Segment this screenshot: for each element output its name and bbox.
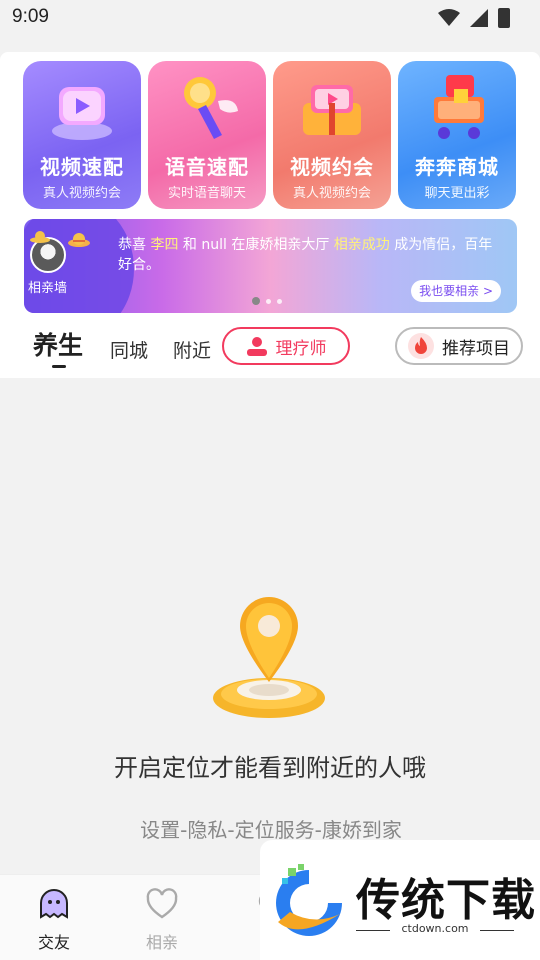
voice-match-title: 语音速配 [165, 155, 249, 179]
voice-match-subtitle: 实时语音聊天 [167, 186, 246, 201]
person-icon [246, 337, 267, 356]
microphone-icon [184, 77, 238, 139]
match-wall-label: 相亲墙 [28, 281, 68, 296]
banner-message: 恭喜 李四 和 null 在康娇相亲大厅 相亲成功 成为情侣，百年好合。 [118, 235, 502, 275]
nav-match-label: 相亲 [145, 933, 178, 952]
therapist-label: 理疗师 [275, 338, 327, 359]
voice-match-card[interactable]: 语音速配 实时语音聊天 [148, 61, 266, 209]
watermark-logo-icon [276, 864, 342, 936]
tab-health[interactable]: 养生 [33, 326, 83, 362]
shopping-cart-icon [434, 75, 484, 139]
tab-indicator [52, 365, 66, 368]
banner-text-pre: 恭喜 [118, 237, 151, 253]
tab-city[interactable]: 同城 [110, 336, 148, 363]
video-date-subtitle: 真人视频约会 [292, 186, 371, 201]
fire-icon [408, 333, 434, 359]
banner-highlight: 相亲成功 [333, 237, 390, 253]
nav-chat-label: 交友 [37, 933, 70, 952]
carousel-dots [252, 297, 282, 305]
join-match-button[interactable]: 我也要相亲 > [411, 280, 501, 302]
video-date-title: 视频约会 [290, 155, 374, 179]
video-match-title: 视频速配 [40, 155, 124, 179]
watermark-url: ctdown.com [401, 922, 469, 935]
mall-card[interactable]: 奔奔商城 聊天更出彩 [398, 61, 516, 209]
ghost-icon [40, 889, 68, 919]
recommend-label: 推荐项目 [442, 338, 510, 359]
match-wall-banner[interactable]: 相亲墙 恭喜 李四 和 null 在康娇相亲大厅 相亲成功 成为情侣，百年好合。… [24, 219, 517, 313]
therapist-button[interactable]: 理疗师 [222, 327, 350, 365]
status-icons [438, 8, 510, 28]
empty-hint: 设置-隐私-定位服务-康娇到家 [140, 818, 402, 842]
empty-title: 开启定位才能看到附近的人哦 [114, 754, 426, 782]
feature-cards: 视频速配 真人视频约会 语音速配 实时语音聊天 视频约会 真人视频约会 奔奔商城… [23, 61, 516, 209]
signal-icon [470, 9, 488, 27]
video-match-card[interactable]: 视频速配 真人视频约会 [23, 61, 141, 209]
mall-title: 奔奔商城 [415, 155, 499, 179]
mall-subtitle: 聊天更出彩 [424, 186, 490, 201]
tab-nearby[interactable]: 附近 [173, 336, 211, 363]
carousel-dot[interactable] [277, 298, 282, 304]
watermark-divider [480, 930, 514, 931]
top-panel: 视频速配 真人视频约会 语音速配 实时语音聊天 视频约会 真人视频约会 奔奔商城… [0, 52, 540, 378]
hat-icon [30, 231, 50, 243]
carousel-dot[interactable] [252, 297, 260, 305]
banner-text-mid: 和 null 在康娇相亲大厅 [178, 237, 334, 253]
wifi-icon [438, 9, 460, 26]
location-pin-icon [213, 597, 325, 718]
recommend-button[interactable]: 推荐项目 [395, 327, 523, 365]
gift-tv-icon [303, 85, 361, 135]
video-play-icon [52, 87, 112, 140]
watermark: 传统下载 ctdown.com [260, 840, 540, 960]
video-match-subtitle: 真人视频约会 [42, 186, 121, 201]
watermark-brand: 传统下载 [356, 875, 536, 926]
category-tabs: 养生 同城 附近 理疗师 推荐项目 [0, 324, 540, 374]
hat-icon [68, 233, 90, 247]
status-bar: 9:09 [0, 0, 540, 52]
nav-chat[interactable]: 交友 [24, 887, 84, 953]
empty-state: 开启定位才能看到附近的人哦 设置-隐私-定位服务-康娇到家 [0, 378, 540, 874]
banner-name: 李四 [150, 237, 179, 253]
heart-icon [146, 888, 178, 919]
video-date-card[interactable]: 视频约会 真人视频约会 [273, 61, 391, 209]
nav-match[interactable]: 相亲 [132, 887, 192, 953]
status-time: 9:09 [12, 6, 49, 27]
battery-icon [498, 8, 510, 28]
carousel-dot[interactable] [266, 298, 271, 304]
